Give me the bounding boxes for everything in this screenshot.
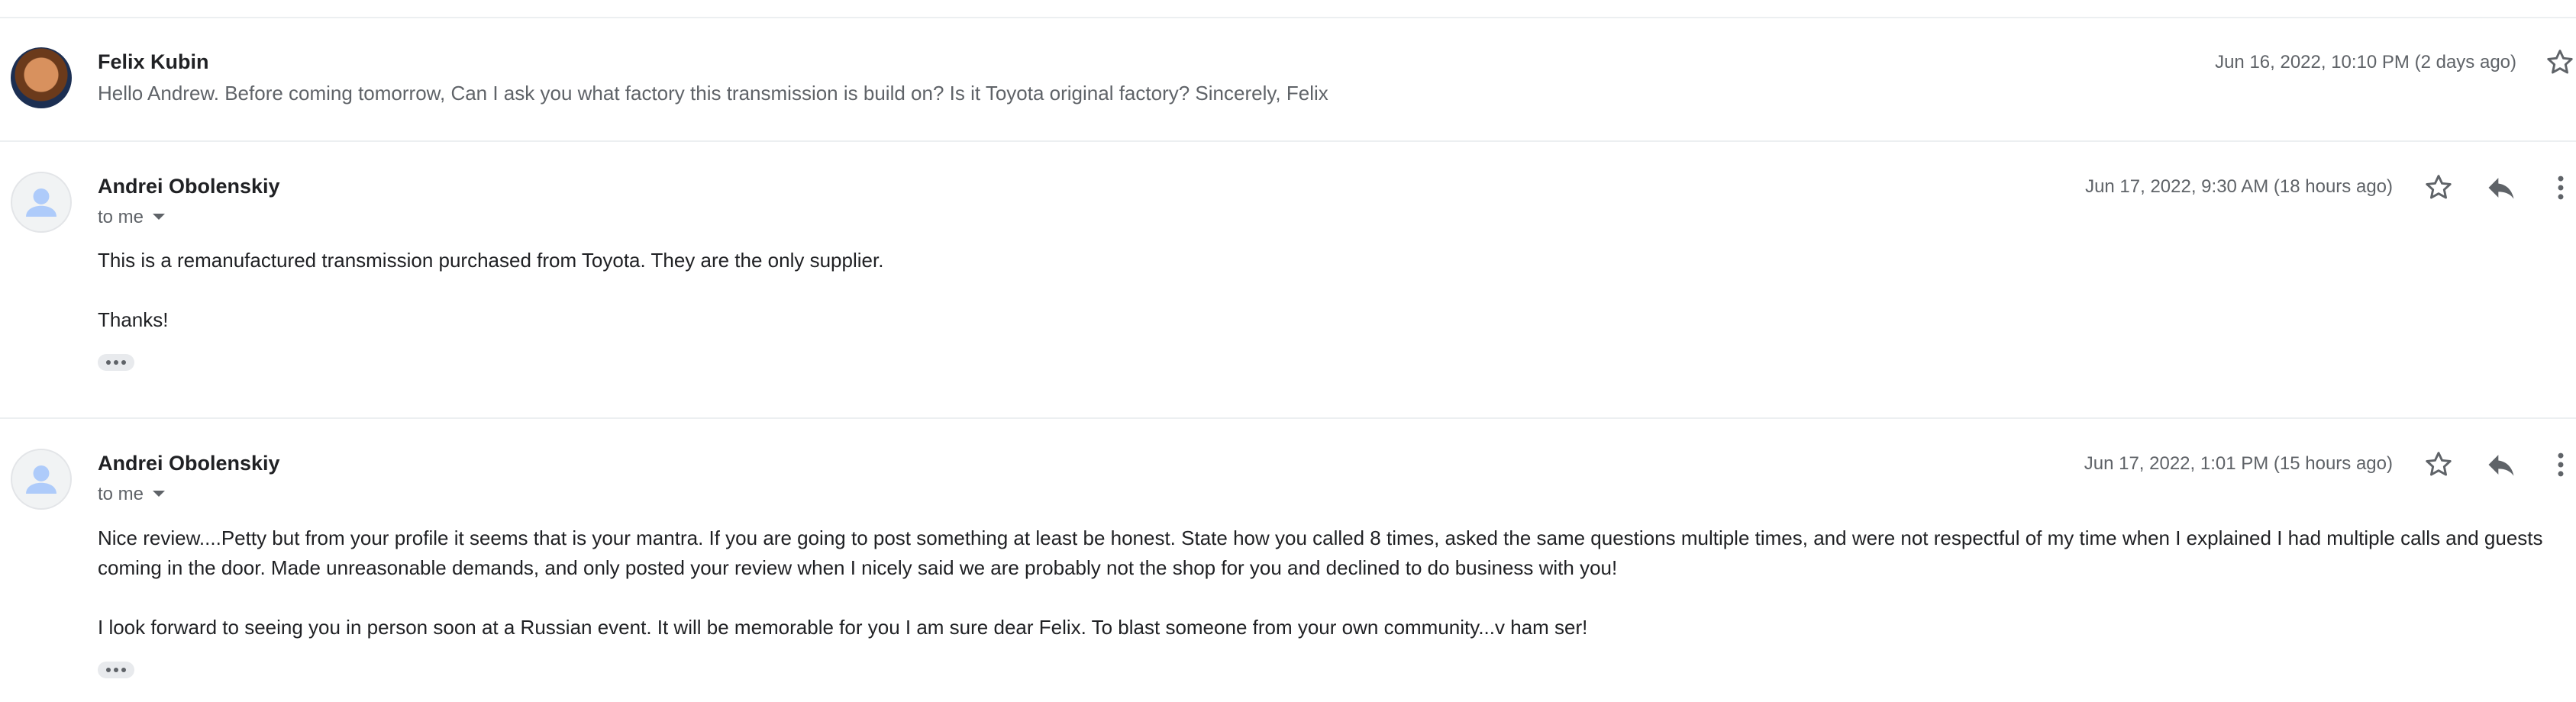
reply-icon[interactable] — [2484, 171, 2518, 204]
message-body-paragraph: This is a remanufactured transmission pu… — [98, 249, 884, 272]
message-body-paragraph: Thanks! — [98, 308, 169, 331]
message-body-paragraph: I look forward to seeing you in person s… — [98, 616, 1588, 639]
default-person-icon — [26, 465, 56, 494]
more-vert-icon[interactable] — [2544, 171, 2576, 204]
sender-avatar — [11, 47, 72, 108]
show-trimmed-content-icon[interactable] — [98, 354, 134, 371]
reply-icon[interactable] — [2484, 448, 2518, 481]
recipient-label: to me — [98, 207, 144, 227]
recipient-details[interactable]: to me — [98, 207, 166, 228]
chevron-down-icon — [153, 213, 166, 220]
divider — [0, 17, 2576, 18]
star-icon[interactable] — [2422, 448, 2455, 481]
star-icon[interactable] — [2543, 46, 2576, 79]
sender-name: Andrei Obolenskiy — [98, 175, 280, 198]
sender-avatar — [11, 172, 72, 233]
recipient-details[interactable]: to me — [98, 484, 166, 505]
message-date: Jun 16, 2022, 10:10 PM (2 days ago) — [2215, 52, 2516, 72]
message-snippet: Hello Andrew. Before coming tomorrow, Ca… — [98, 82, 1328, 105]
chevron-down-icon — [153, 490, 166, 497]
show-trimmed-content-icon[interactable] — [98, 662, 134, 678]
message-body-paragraph: Nice review....Petty but from your profi… — [98, 526, 2543, 579]
sender-avatar — [11, 449, 72, 510]
star-icon[interactable] — [2422, 171, 2455, 204]
divider — [0, 417, 2576, 419]
message-date: Jun 17, 2022, 1:01 PM (15 hours ago) — [2084, 453, 2393, 474]
more-vert-icon[interactable] — [2544, 448, 2576, 481]
divider — [0, 140, 2576, 142]
sender-name: Felix Kubin — [98, 50, 209, 73]
recipient-label: to me — [98, 484, 144, 504]
sender-name: Andrei Obolenskiy — [98, 452, 280, 475]
message-date: Jun 17, 2022, 9:30 AM (18 hours ago) — [2085, 176, 2393, 197]
default-person-icon — [26, 188, 56, 217]
